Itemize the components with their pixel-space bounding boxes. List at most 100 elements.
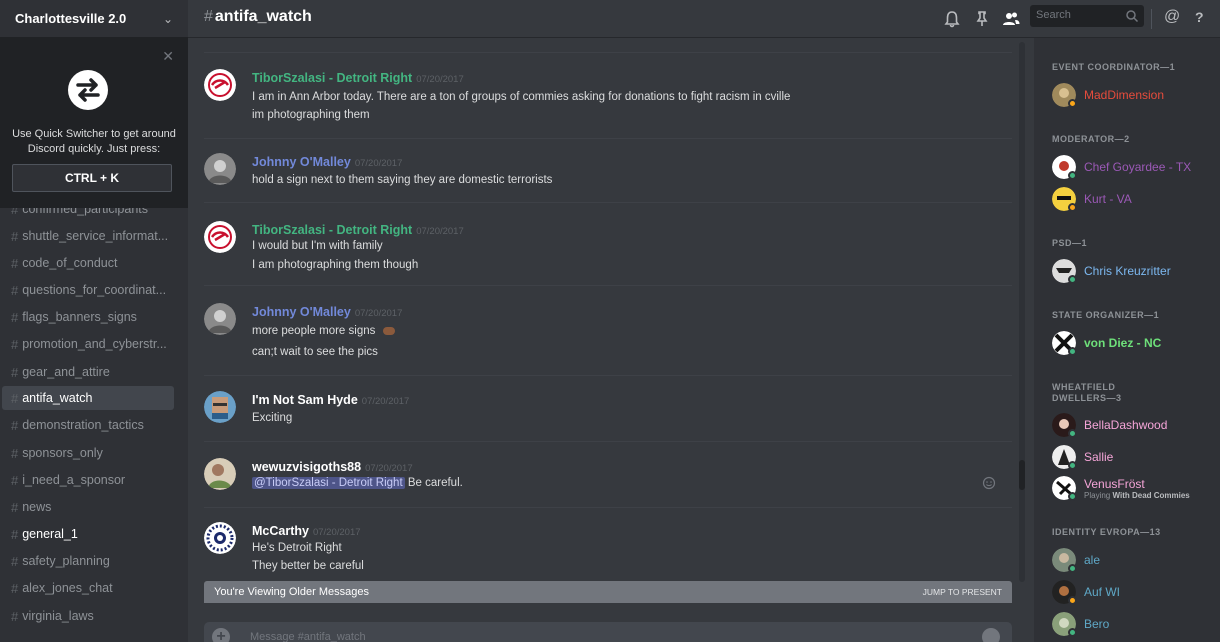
message-timestamp: 07/20/2017	[312, 527, 361, 538]
member-item[interactable]: MadDimension	[1052, 83, 1212, 109]
message-divider	[204, 202, 1012, 203]
channel-demonstration-tactics[interactable]: # demonstration_tactics	[2, 413, 174, 437]
channel-virginia-laws[interactable]: # virginia_laws	[2, 604, 174, 628]
channel-news[interactable]: # news	[2, 495, 174, 519]
upload-plus-icon[interactable]: +	[212, 628, 230, 642]
member-item[interactable]: ale	[1052, 548, 1212, 574]
message-divider	[204, 138, 1012, 139]
jump-to-present-button[interactable]: JUMP TO PRESENT	[923, 587, 1002, 597]
channel-flags-banners-signs[interactable]: # flags_banners_signs	[2, 305, 174, 329]
member-name: MadDimension	[1084, 88, 1165, 102]
member-item[interactable]: von Diez - NC	[1052, 331, 1212, 357]
member-name: ale	[1084, 553, 1101, 567]
chevron-down-icon[interactable]: ⌄	[163, 12, 173, 26]
role-header: STATE ORGANIZER—1	[1052, 310, 1160, 320]
channel-alex-jones-chat[interactable]: # alex_jones_chat	[2, 576, 174, 600]
role-header: WHEATFIELD DWELLERS—3	[1052, 382, 1122, 403]
message-author[interactable]: TiborSzalasi - Detroit Right	[252, 223, 412, 237]
member-item[interactable]: Sallie	[1052, 445, 1212, 471]
search-input[interactable]: Search	[1030, 5, 1144, 27]
close-icon[interactable]: ✕	[162, 48, 174, 65]
hash-icon: #	[204, 8, 213, 25]
message-divider	[204, 507, 1012, 508]
channel-safety-planning[interactable]: # safety_planning	[2, 549, 174, 573]
channel-i-need-a-sponsor[interactable]: # i_need_a_sponsor	[2, 468, 174, 492]
channel-promotion[interactable]: # promotion_and_cyberstr...	[2, 332, 174, 356]
message-text: I am in Ann Arbor today. There are a ton…	[252, 91, 791, 103]
message-author[interactable]: Johnny O'Malley	[252, 305, 351, 319]
member-item[interactable]: Bero	[1052, 612, 1212, 638]
toolbar-divider	[1151, 9, 1152, 29]
message-author[interactable]: Johnny O'Malley	[252, 155, 351, 169]
member-name: Auf WI	[1084, 585, 1121, 599]
avatar[interactable]	[204, 69, 236, 101]
member-name: Sallie	[1084, 450, 1114, 464]
shortcut-key[interactable]: CTRL + K	[12, 164, 172, 192]
avatar[interactable]	[204, 303, 236, 335]
channel-shuttle-service[interactable]: # shuttle_service_informat...	[2, 224, 174, 248]
member-item[interactable]: BellaDashwood	[1052, 413, 1212, 439]
channel-gear-and-attire[interactable]: # gear_and_attire	[2, 360, 174, 384]
member-item[interactable]: Kurt - VA	[1052, 187, 1212, 213]
member-name: Bero	[1084, 617, 1110, 631]
scrollbar-thumb[interactable]	[1019, 460, 1025, 490]
message-text: more people more signs	[252, 325, 376, 337]
message-text: can;t wait to see the pics	[252, 346, 378, 358]
pin-icon[interactable]	[972, 9, 992, 29]
emoji-picker-icon[interactable]	[982, 628, 1000, 642]
status-online-icon	[1068, 429, 1077, 438]
channel-header: # antifa_watch Search @ ?	[188, 0, 1220, 38]
mention-icon[interactable]: @	[1164, 8, 1180, 26]
member-activity: Playing With Dead Commies	[1084, 491, 1190, 500]
message-timestamp: 07/20/2017	[365, 463, 413, 474]
avatar[interactable]	[204, 153, 236, 185]
scrollbar-track[interactable]	[1019, 42, 1025, 582]
user-mention[interactable]: @TiborSzalasi - Detroit Right	[252, 477, 405, 489]
message-author[interactable]: TiborSzalasi - Detroit Right	[252, 71, 412, 85]
avatar[interactable]	[204, 391, 236, 423]
member-item[interactable]: Auf WI	[1052, 580, 1212, 606]
member-item[interactable]: Chris Kreuzritter	[1052, 259, 1212, 285]
status-idle-icon	[1068, 596, 1077, 605]
message-author[interactable]: wewuzvisigoths88	[252, 460, 361, 474]
message-composer[interactable]: + Message #antifa_watch	[204, 622, 1012, 642]
message: McCarthy 07/20/2017 He's Detroit Right Th…	[204, 522, 1012, 577]
member-item[interactable]: VenusFröst Playing With Dead Commies	[1052, 476, 1212, 502]
member-name: Kurt - VA	[1084, 192, 1132, 206]
message-text: Exciting	[252, 412, 293, 424]
member-name: Chris Kreuzritter	[1084, 264, 1171, 278]
help-icon[interactable]: ?	[1195, 9, 1204, 25]
status-online-icon	[1068, 275, 1077, 284]
channel-antifa-watch[interactable]: # antifa_watch	[2, 386, 174, 410]
role-header: EVENT COORDINATOR—1	[1052, 62, 1176, 72]
channel-code-of-conduct[interactable]: # code_of_conduct	[2, 251, 174, 275]
message-text: Be careful.	[407, 477, 463, 489]
member-item[interactable]: Chef Goyardee - TX	[1052, 155, 1212, 181]
members-icon[interactable]	[1001, 9, 1021, 29]
message-author[interactable]: McCarthy	[252, 524, 309, 538]
server-header[interactable]: Charlottesville 2.0 ⌄	[0, 0, 188, 38]
hash-icon: #	[11, 580, 19, 596]
hash-icon: #	[11, 526, 19, 542]
status-online-icon	[1068, 628, 1077, 637]
message-text: I am photographing them though	[252, 259, 419, 271]
message-input[interactable]: Message #antifa_watch	[250, 631, 366, 642]
role-header: MODERATOR—2	[1052, 134, 1130, 144]
member-name: Chef Goyardee - TX	[1084, 160, 1192, 174]
channel-general-1[interactable]: # general_1	[2, 522, 174, 546]
message-author[interactable]: I'm Not Sam Hyde	[252, 393, 358, 407]
channel-sponsors-only[interactable]: # sponsors_only	[2, 441, 174, 465]
avatar[interactable]	[204, 458, 236, 490]
message: Johnny O'Malley 07/20/2017 hold a sign ne…	[204, 153, 1012, 193]
bell-icon[interactable]	[942, 9, 962, 29]
older-messages-text: You're Viewing Older Messages	[214, 586, 369, 598]
add-reaction-icon[interactable]	[982, 476, 996, 490]
status-online-icon	[1068, 347, 1077, 356]
hash-icon: #	[11, 336, 19, 352]
hash-icon: #	[11, 309, 19, 325]
avatar[interactable]	[204, 522, 236, 554]
avatar[interactable]	[204, 221, 236, 253]
channel-questions[interactable]: # questions_for_coordinat...	[2, 278, 174, 302]
member-list: EVENT COORDINATOR—1 MadDimension MODERAT…	[1034, 38, 1220, 642]
switcher-description: Use Quick Switcher to get around Discord…	[12, 128, 176, 155]
